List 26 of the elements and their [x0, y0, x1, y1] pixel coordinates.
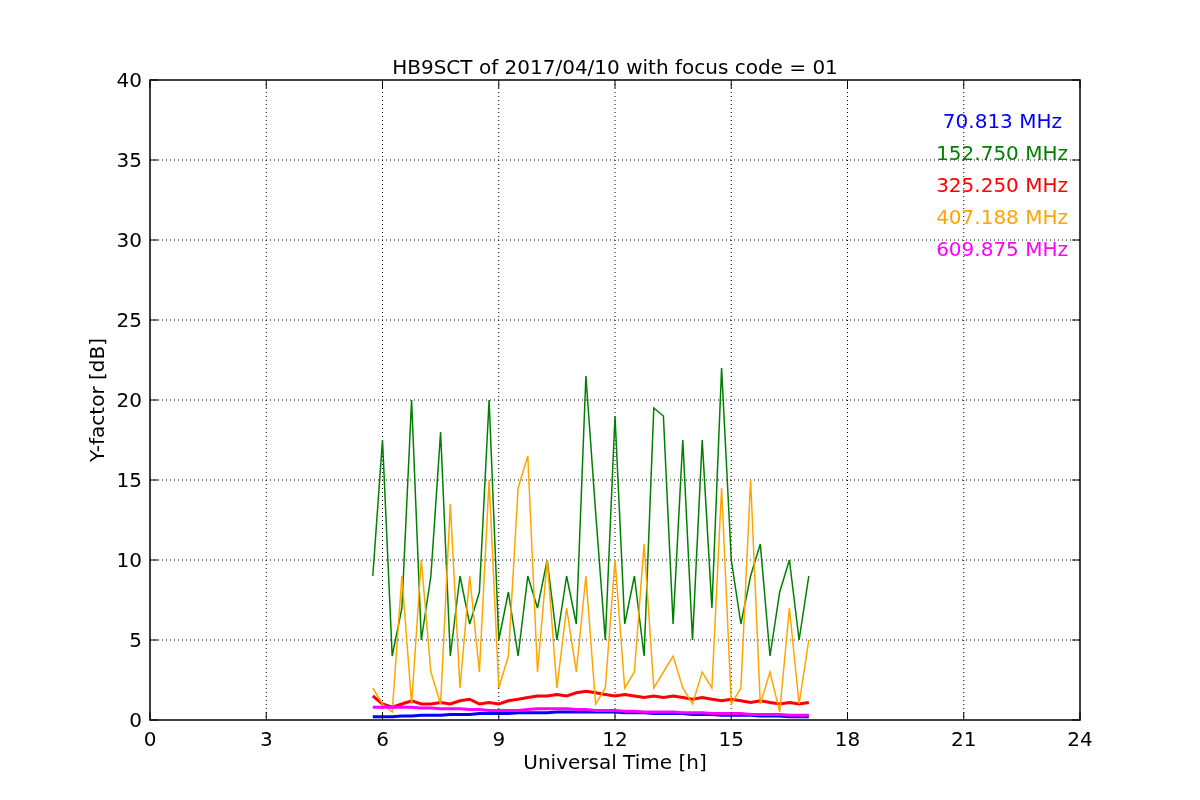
x-tick-label: 21: [951, 727, 977, 751]
legend-label: 152.750 MHz: [936, 141, 1068, 165]
x-axis-label: Universal Time [h]: [523, 750, 707, 774]
y-tick-label: 0: [129, 708, 142, 732]
y-tick-label: 35: [116, 148, 142, 172]
y-axis-label: Y-factor [dB]: [85, 338, 109, 462]
chart-title: HB9SCT of 2017/04/10 with focus code = 01: [392, 55, 838, 79]
x-tick-label: 24: [1067, 727, 1093, 751]
y-tick-label: 30: [116, 228, 142, 252]
legend-label: 609.875 MHz: [936, 237, 1068, 261]
y-tick-label: 25: [116, 308, 142, 332]
y-tick-label: 20: [116, 388, 142, 412]
x-tick-label: 3: [259, 727, 273, 751]
y-tick-label: 15: [116, 468, 142, 492]
x-tick-label: 15: [718, 727, 744, 751]
y-tick-label: 40: [116, 68, 142, 92]
legend-label: 407.188 MHz: [936, 205, 1068, 229]
x-tick-label: 0: [143, 727, 157, 751]
x-tick-label: 18: [834, 727, 861, 751]
legend-label: 325.250 MHz: [936, 173, 1068, 197]
x-tick-label: 9: [492, 727, 506, 751]
y-tick-label: 10: [116, 548, 142, 572]
x-tick-label: 6: [376, 727, 389, 751]
y-tick-label: 5: [129, 628, 142, 652]
x-tick-label: 12: [602, 727, 628, 751]
legend-label: 70.813 MHz: [942, 109, 1062, 133]
